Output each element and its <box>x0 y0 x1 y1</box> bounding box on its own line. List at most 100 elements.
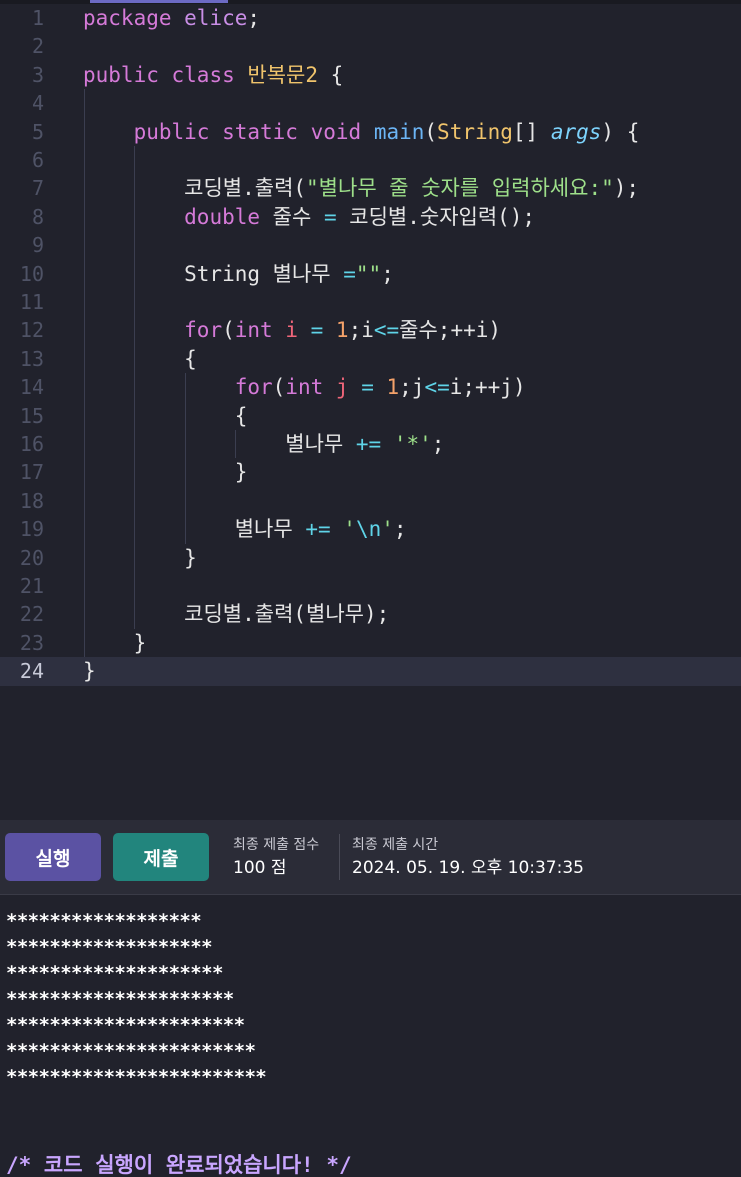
console-output-line: ******************** <box>6 962 223 984</box>
console-output-line: ********************* <box>6 988 234 1010</box>
code-token: String 별나무 <box>83 261 344 286</box>
code-line[interactable]: 4 <box>0 89 741 117</box>
line-number: 4 <box>31 91 44 116</box>
code-line[interactable]: 5 public static void main(String[] args)… <box>0 118 741 146</box>
code-token: } <box>83 659 96 684</box>
submit-button[interactable]: 제출 <box>113 833 209 881</box>
line-number: 13 <box>19 346 44 371</box>
console-output-line: ****************** <box>6 910 202 932</box>
console-output-line: ************************ <box>6 1066 267 1088</box>
line-number: 9 <box>31 233 44 258</box>
line-number: 11 <box>19 290 44 314</box>
code-line[interactable]: 6 <box>0 146 741 174</box>
line-number: 21 <box>19 574 44 598</box>
line-number: 2 <box>31 34 44 59</box>
code-line[interactable]: 15 { <box>0 402 741 430</box>
code-token: static <box>222 119 311 144</box>
code-token: main <box>373 119 425 144</box>
code-line[interactable]: 22 코딩별.출력(별나무); <box>0 600 741 628</box>
code-text: } <box>83 458 248 486</box>
code-token: 코딩별.숫자입력(); <box>336 204 536 229</box>
code-line[interactable]: 1 package elice; <box>0 4 741 32</box>
code-token: void <box>310 119 374 144</box>
code-editor[interactable]: 1 package elice; 2 3 public class 반복문2 {4 5 p… <box>0 4 741 812</box>
code-line[interactable]: 9 <box>0 231 741 259</box>
final-submit-time-stat: 최종 제출 시간 2024. 05. 19. 오후 10:37:35 <box>352 836 584 881</box>
code-line[interactable]: 7 코딩별.출력("별나무 줄 숫자를 입력하세요:"); <box>0 174 741 202</box>
code-token: <= <box>373 318 400 343</box>
active-tab-indicator <box>90 0 228 3</box>
code-line[interactable]: 13 { <box>0 345 741 373</box>
final-submit-time-label: 최종 제출 시간 <box>352 837 439 853</box>
line-number: 22 <box>19 602 44 627</box>
code-token: \n <box>355 517 382 542</box>
code-line[interactable]: 20 } <box>0 544 741 572</box>
code-line[interactable]: 18 <box>0 487 741 515</box>
code-token: args <box>550 119 602 144</box>
code-text: 별나무 += '*'; <box>83 430 444 458</box>
code-token: ' <box>381 517 394 542</box>
code-token: 1 <box>335 318 349 343</box>
code-line[interactable]: 14 for(int j = 1;j<=i;++j) <box>0 373 741 401</box>
code-line[interactable]: 2 <box>0 32 741 60</box>
code-token: ( <box>424 119 438 144</box>
output-console: /* 코드 실행이 완료되었습니다! */ ******************… <box>0 895 741 1177</box>
code-line[interactable]: 10 String 별나무 =""; <box>0 260 741 288</box>
line-number: 17 <box>19 460 44 485</box>
code-token: 줄수 <box>272 204 324 229</box>
code-token: <= <box>424 375 450 400</box>
code-line[interactable]: 12 for(int i = 1;i<=줄수;++i) <box>0 316 741 344</box>
code-token: ) { <box>601 119 640 144</box>
code-token: 줄수;++i) <box>399 318 502 343</box>
code-text: String 별나무 =""; <box>83 260 394 288</box>
run-button[interactable]: 실행 <box>5 833 101 881</box>
code-token: { <box>83 346 197 371</box>
code-token: 별나무 <box>83 432 356 456</box>
line-number: 7 <box>31 176 44 201</box>
line-number: 1 <box>31 6 44 30</box>
code-line[interactable]: 16 별나무 += '*'; <box>0 430 741 458</box>
code-line[interactable]: 3 public class 반복문2 { <box>0 61 741 89</box>
code-text: public class 반복문2 { <box>83 61 343 89</box>
code-token: ( <box>272 375 286 400</box>
code-token: '*' <box>393 432 432 456</box>
code-token: public <box>83 62 172 87</box>
code-text: { <box>83 402 248 430</box>
code-line[interactable]: 23 } <box>0 629 741 657</box>
code-line[interactable]: 21 <box>0 572 741 600</box>
code-token: class <box>171 62 248 87</box>
code-token: "별나무 줄 숫자를 입력하세요:" <box>306 176 614 201</box>
code-line[interactable]: 19 별나무 += '\n'; <box>0 515 741 543</box>
code-token: i;++j) <box>449 375 526 400</box>
code-token: int <box>234 318 286 343</box>
code-text: for(int i = 1;i<=줄수;++i) <box>83 316 501 344</box>
line-number: 10 <box>19 261 44 286</box>
code-line[interactable]: 11 <box>0 288 741 316</box>
line-number: 5 <box>31 119 44 144</box>
code-token: elice <box>184 6 248 30</box>
code-token: = <box>348 375 387 400</box>
code-token: int <box>285 375 336 400</box>
code-line[interactable]: 17 } <box>0 458 741 486</box>
code-line[interactable]: 8 double 줄수 = 코딩별.숫자입력(); <box>0 203 741 231</box>
code-token: 코딩별.출력(별나무); <box>83 602 390 627</box>
code-token: 반복문2 <box>247 62 318 87</box>
code-token: for <box>234 375 273 400</box>
console-output-line: ********************** <box>6 1014 245 1036</box>
code-token: ' <box>343 517 356 542</box>
final-score-value: 100 점 <box>233 858 287 878</box>
stat-divider <box>339 834 340 880</box>
code-line[interactable]: 24} <box>0 657 741 686</box>
code-token: j <box>335 375 349 400</box>
console-output-line: ******************* <box>6 936 213 958</box>
code-token: { <box>317 62 344 87</box>
code-text: } <box>83 629 147 657</box>
code-text: 코딩별.출력("별나무 줄 숫자를 입력하세요:"); <box>83 174 639 202</box>
code-token: double <box>184 204 273 229</box>
line-number: 23 <box>19 630 44 655</box>
code-token: } <box>83 545 197 570</box>
line-number: 20 <box>19 545 44 570</box>
line-number: 8 <box>31 204 44 229</box>
code-token: ;j <box>399 375 425 400</box>
